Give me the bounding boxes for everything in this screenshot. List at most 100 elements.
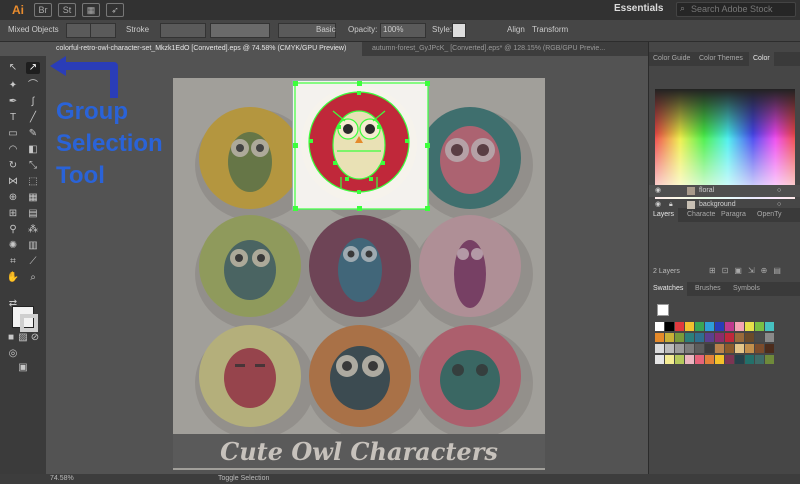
magic-wand-tool-icon[interactable]: ✦ (6, 80, 20, 92)
opacity-label[interactable]: Opacity: (348, 25, 377, 34)
document-tabs: colorful-retro-owl-character-set_Mkzk1Ed… (46, 42, 648, 56)
layer-row[interactable]: ◉ floral ○ (649, 185, 800, 197)
status-bar: 74.58% Toggle Selection (0, 474, 800, 484)
layers-footer-icons[interactable]: ⊞⊡▣⇲⊕▤ (709, 266, 787, 275)
brush-label: Basic (316, 25, 336, 34)
owl-5 (338, 238, 382, 302)
tab-color[interactable]: Color (749, 52, 774, 66)
stroke-label[interactable]: Stroke (126, 25, 149, 34)
selected-owl-group[interactable] (292, 80, 430, 211)
status-mode[interactable]: Toggle Selection (218, 475, 269, 482)
gradient-tool-icon[interactable]: ▤ (26, 208, 40, 220)
paintbrush-tool-icon[interactable]: ✎ (26, 128, 40, 140)
shaper-tool-icon[interactable]: ◠ (6, 144, 20, 156)
menu-bar: Ai Br St ▦ ➶ Essentials Search Adobe Sto… (0, 0, 800, 20)
stroke-weight-field[interactable] (160, 23, 206, 38)
free-transform-tool-icon[interactable]: ⬚ (26, 176, 40, 188)
zoom-tool-icon[interactable]: ⌕ (26, 272, 40, 284)
stroke-swatch[interactable] (90, 23, 116, 38)
workspace-switcher[interactable]: Essentials (614, 3, 663, 14)
perspective-grid-tool-icon[interactable]: ▦ (26, 192, 40, 204)
swatch-row-2 (655, 333, 774, 342)
tab-color-themes[interactable]: Color Themes (695, 52, 747, 66)
owl-8 (330, 346, 390, 410)
style-label[interactable]: Style: (432, 25, 452, 34)
symbol-sprayer-tool-icon[interactable]: ✺ (6, 240, 20, 252)
layer-name[interactable]: background (699, 199, 736, 211)
rotate-tool-icon[interactable]: ↻ (6, 160, 20, 172)
stock-icon[interactable]: St (58, 3, 76, 17)
hand-tool-icon[interactable]: ✋ (6, 272, 20, 284)
owl-4 (224, 240, 276, 300)
layer-name[interactable]: floral (699, 185, 714, 197)
lasso-tool-icon[interactable]: ⌒ (26, 80, 40, 92)
selection-tool-icon[interactable]: ↖ (6, 62, 20, 74)
align-link[interactable]: Align (507, 25, 525, 34)
owl-3 (440, 126, 500, 194)
tool-callout-text: Group Selection Tool (56, 96, 163, 192)
callout-line-2: Selection (56, 130, 163, 157)
opacity-value: 100% (383, 25, 404, 34)
shape-builder-tool-icon[interactable]: ⊕ (6, 192, 20, 204)
curvature-tool-icon[interactable]: ∫ (26, 96, 40, 108)
color-spectrum[interactable] (655, 89, 795, 199)
owl-9 (440, 350, 500, 410)
tab-autumn-forest[interactable]: autumn-forest_GyJPcK_ [Converted].eps* @… (362, 42, 648, 56)
target-icon[interactable]: ○ (777, 199, 781, 211)
layer-thumb-icon (687, 187, 695, 195)
search-icon: ⌕ (680, 3, 686, 13)
group-selection-tool-icon[interactable]: ↗ (26, 62, 40, 74)
slice-tool-icon[interactable]: ⟋ (26, 256, 40, 268)
swatch-row-4 (655, 355, 774, 364)
screen-mode-icon[interactable]: ▣ (16, 362, 30, 374)
target-icon[interactable]: ○ (777, 185, 781, 197)
variable-width-profile[interactable] (210, 23, 270, 38)
eraser-tool-icon[interactable]: ◧ (26, 144, 40, 156)
eyedropper-tool-icon[interactable]: ⚲ (6, 224, 20, 236)
blend-tool-icon[interactable]: ⁂ (26, 224, 40, 236)
callout-line-3: Tool (56, 162, 105, 189)
send-icon[interactable]: ➶ (106, 3, 124, 17)
tab-color-guide[interactable]: Color Guide (649, 52, 694, 66)
right-panel-dock: Color Guide Color Themes Color Layers Ch… (648, 42, 800, 474)
scale-tool-icon[interactable]: ⤡ (26, 160, 40, 172)
visibility-eye-icon[interactable]: ◉ (655, 185, 661, 197)
graphic-style-swatch[interactable] (452, 23, 466, 38)
drawing-modes-icon[interactable]: ◎ (6, 348, 20, 360)
owl-1 (228, 132, 272, 192)
mesh-tool-icon[interactable]: ⊞ (6, 208, 20, 220)
column-graph-tool-icon[interactable]: ▥ (26, 240, 40, 252)
zoom-level[interactable]: 74.58% (50, 475, 74, 482)
tab-brushes[interactable]: Brushes (691, 282, 725, 296)
pen-tool-icon[interactable]: ✒ (6, 96, 20, 108)
layers-count: 2 Layers (653, 268, 680, 275)
stroke-color-icon[interactable] (20, 314, 38, 332)
artboard-tool-icon[interactable]: ⌗ (6, 256, 20, 268)
lock-icon[interactable]: 🔒︎ (669, 199, 673, 211)
layer-row[interactable]: ◉ 🔒︎ background ○ (649, 199, 800, 211)
layer-thumb-icon (687, 201, 695, 209)
owl-7 (224, 348, 276, 408)
width-tool-icon[interactable]: ⋈ (6, 176, 20, 188)
swatches-panel-tabs: Swatches Brushes Symbols (649, 282, 800, 296)
owl-6 (454, 240, 486, 308)
rectangle-tool-icon[interactable]: ▭ (6, 128, 20, 140)
grid-icon[interactable]: ▦ (82, 3, 100, 17)
line-tool-icon[interactable]: ╱ (26, 112, 40, 124)
swatch-grid[interactable] (655, 322, 795, 382)
artboard-title: Cute Owl Characters (220, 436, 498, 466)
selected-owl-artwork (293, 81, 430, 211)
bridge-icon[interactable]: Br (34, 3, 52, 17)
type-tool-icon[interactable]: T (6, 112, 20, 124)
none-swatch-icon[interactable] (657, 304, 669, 316)
control-bar: Mixed Objects Stroke Basic Opacity: 100%… (0, 20, 800, 42)
transform-link[interactable]: Transform (532, 25, 568, 34)
tab-symbols[interactable]: Symbols (729, 282, 764, 296)
tab-swatches[interactable]: Swatches (649, 282, 688, 296)
visibility-eye-icon[interactable]: ◉ (655, 199, 661, 211)
artboard-title-banner: Cute Owl Characters (173, 434, 545, 468)
search-stock-input[interactable]: Search Adobe Stock (676, 2, 796, 17)
none-mode-icon[interactable]: ⊘ (28, 332, 42, 344)
swatch-row-1 (655, 322, 774, 331)
app-logo: Ai (12, 3, 24, 17)
